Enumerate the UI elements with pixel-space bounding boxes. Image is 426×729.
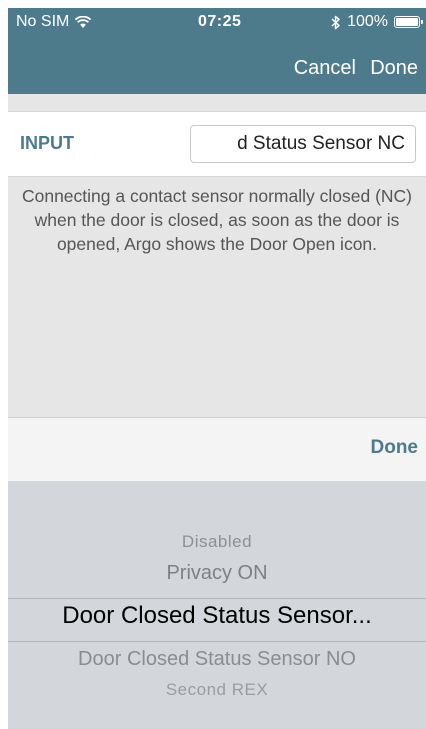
status-bar: No SIM 07:25 100%	[8, 8, 426, 36]
done-button[interactable]: Done	[370, 57, 418, 80]
carrier-label: No SIM	[16, 13, 70, 30]
picker-toolbar: Done	[8, 417, 426, 481]
navigation-bar: Cancel Done	[8, 48, 426, 94]
picker-option-disabled[interactable]: Disabled	[8, 532, 426, 552]
app-screen: No SIM 07:25 100% Cancel Done INPUT d St…	[8, 8, 426, 729]
picker-done-button[interactable]: Done	[371, 437, 419, 459]
picker-selection-divider	[8, 641, 426, 642]
status-time: 07:25	[198, 13, 242, 30]
battery-percent: 100%	[347, 13, 388, 30]
picker-option-privacy-on[interactable]: Privacy ON	[8, 562, 426, 585]
picker-selection-divider	[8, 598, 426, 599]
picker-option-second-rex[interactable]: Second REX	[8, 680, 426, 700]
status-left: No SIM	[16, 13, 92, 31]
battery-icon	[394, 16, 423, 28]
picker-option-door-closed-no[interactable]: Door Closed Status Sensor NO	[8, 648, 426, 671]
picker-option-selected[interactable]: Door Closed Status Sensor...	[8, 602, 426, 630]
bluetooth-icon	[331, 15, 341, 30]
option-picker[interactable]: Disabled Privacy ON Door Closed Status S…	[8, 481, 426, 729]
status-right: 100%	[331, 13, 423, 31]
input-row: INPUT d Status Sensor NC	[8, 111, 426, 177]
input-description: Connecting a contact sensor normally clo…	[21, 186, 413, 254]
top-bar: No SIM 07:25 100% Cancel Done	[8, 8, 426, 94]
input-label: INPUT	[20, 133, 74, 153]
cancel-button[interactable]: Cancel	[294, 57, 356, 80]
input-value: d Status Sensor NC	[237, 133, 405, 154]
wifi-icon	[75, 15, 92, 29]
input-field[interactable]: d Status Sensor NC	[190, 125, 416, 163]
